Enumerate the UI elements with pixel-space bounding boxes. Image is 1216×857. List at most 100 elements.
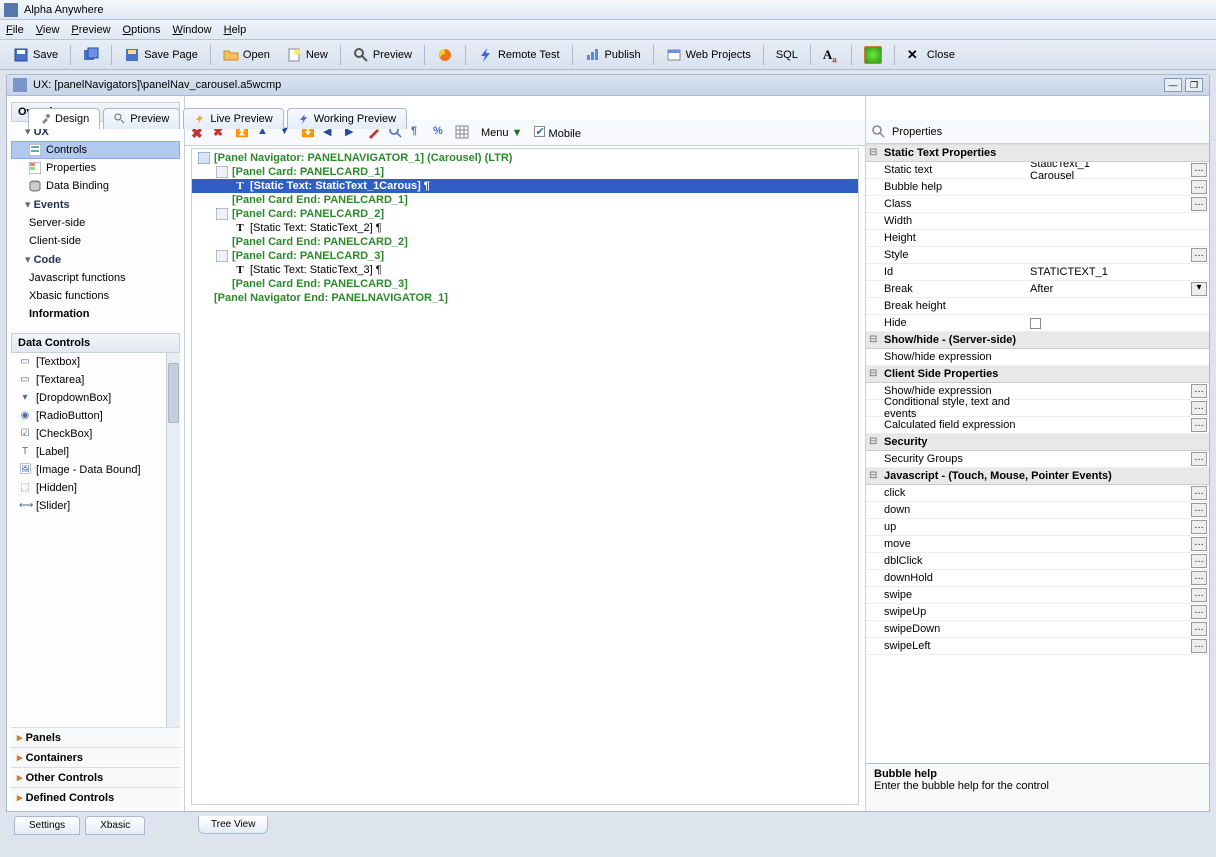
property-row[interactable]: Calculated field expression… [866,417,1209,434]
property-row[interactable]: downHold… [866,570,1209,587]
property-row[interactable]: Static textStaticText_1Carousel… [866,162,1209,179]
defined-controls-header[interactable]: ▸ Defined Controls [11,787,180,807]
edit-button[interactable]: … [1191,622,1207,636]
property-group[interactable]: Show/hide - (Server-side) [866,332,1209,349]
panels-header[interactable]: ▸ Panels [11,727,180,747]
tree-node[interactable]: T[Static Text: StaticText_2] ¶ [192,221,858,235]
edit-button[interactable]: … [1191,486,1207,500]
property-row[interactable]: BreakAfter▾ [866,281,1209,298]
menu-options[interactable]: Options [123,24,161,36]
property-row[interactable]: Security Groups… [866,451,1209,468]
menu-view[interactable]: View [36,24,60,36]
tree-node[interactable]: T[Static Text: StaticText_1Carous] ¶ [192,179,858,193]
data-control-item[interactable]: ◉[RadioButton] [11,407,180,425]
property-row[interactable]: Hide [866,315,1209,332]
preview-button[interactable]: Preview [346,43,419,67]
data-control-item[interactable]: ⬚[Hidden] [11,479,180,497]
tab-preview[interactable]: Preview [103,108,180,129]
nav-properties[interactable]: Properties [11,159,180,177]
data-control-item[interactable]: ⟷[Slider] [11,497,180,515]
property-row[interactable]: dblClick… [866,553,1209,570]
close-button[interactable]: ✕ Close [900,43,962,67]
data-control-item[interactable]: ☑[CheckBox] [11,425,180,443]
menu-help[interactable]: Help [224,24,247,36]
save-page-button[interactable]: Save Page [117,43,205,67]
property-row[interactable]: swipeDown… [866,621,1209,638]
firefox-button[interactable] [430,43,460,67]
percent-icon[interactable]: % [433,125,449,141]
data-control-item[interactable]: ▭[Textbox] [11,353,180,371]
menu-file[interactable]: File [6,24,24,36]
search-props-icon[interactable] [872,125,886,139]
property-row[interactable]: swipeLeft… [866,638,1209,655]
property-group[interactable]: Static Text Properties [866,145,1209,162]
property-group[interactable]: Client Side Properties [866,366,1209,383]
tree-node[interactable]: T[Static Text: StaticText_3] ¶ [192,263,858,277]
property-row[interactable]: click… [866,485,1209,502]
save-button[interactable]: Save [6,43,65,67]
scrollbar-thumb[interactable] [168,363,179,423]
property-row[interactable]: Style… [866,247,1209,264]
restore-button[interactable]: ❐ [1185,78,1203,92]
tab-live-preview[interactable]: Live Preview [183,108,283,129]
nav-server-side[interactable]: Server-side [11,214,180,232]
edit-button[interactable]: … [1191,197,1207,211]
property-row[interactable]: swipeUp… [866,604,1209,621]
property-row[interactable]: swipe… [866,587,1209,604]
property-row[interactable]: Break height [866,298,1209,315]
tree-node[interactable]: [Panel Card: PANELCARD_3] [192,249,858,263]
property-row[interactable]: IdSTATICTEXT_1 [866,264,1209,281]
edit-button[interactable]: … [1191,163,1207,177]
new-button[interactable]: New [279,43,335,67]
data-control-item[interactable]: ▾[DropdownBox] [11,389,180,407]
edit-button[interactable]: … [1191,537,1207,551]
tree-node[interactable]: [Panel Card End: PANELCARD_2] [192,235,858,249]
minimize-button[interactable]: — [1164,78,1182,92]
open-button[interactable]: Open [216,43,277,67]
dropdown-button[interactable]: ▾ [1191,282,1207,296]
property-row[interactable]: down… [866,502,1209,519]
edit-button[interactable]: … [1191,639,1207,653]
tree-node[interactable]: [Panel Navigator: PANELNAVIGATOR_1] (Car… [192,151,858,165]
menu-preview[interactable]: Preview [71,24,110,36]
tree-view-tab[interactable]: Tree View [198,816,268,834]
property-row[interactable]: Bubble help… [866,179,1209,196]
edit-button[interactable]: … [1191,384,1207,398]
property-row[interactable]: Width [866,213,1209,230]
edit-button[interactable]: … [1191,605,1207,619]
tab-xbasic[interactable]: Xbasic [85,816,145,835]
web-projects-button[interactable]: Web Projects [659,43,758,67]
edit-button[interactable]: … [1191,571,1207,585]
containers-header[interactable]: ▸ Containers [11,747,180,767]
edit-button[interactable]: … [1191,520,1207,534]
edit-button[interactable]: … [1191,503,1207,517]
status-button[interactable] [857,42,889,68]
edit-button[interactable]: … [1191,588,1207,602]
nav-information[interactable]: Information [11,305,180,323]
tree-node[interactable]: [Panel Card: PANELCARD_1] [192,165,858,179]
nav-controls[interactable]: Controls [11,141,180,159]
sql-button[interactable]: SQL [769,45,805,65]
data-control-item[interactable]: 🖼[Image - Data Bound] [11,461,180,479]
edit-button[interactable]: … [1191,401,1207,415]
scrollbar[interactable] [166,353,180,727]
tab-settings[interactable]: Settings [14,816,80,835]
tab-design[interactable]: Design [28,108,100,129]
property-row[interactable]: Show/hide expression [866,349,1209,366]
edit-button[interactable]: … [1191,554,1207,568]
property-row[interactable]: Conditional style, text and events… [866,400,1209,417]
other-controls-header[interactable]: ▸ Other Controls [11,767,180,787]
data-control-item[interactable]: ▭[Textarea] [11,371,180,389]
tree-node[interactable]: [Panel Card: PANELCARD_2] [192,207,858,221]
menu-window[interactable]: Window [172,24,211,36]
data-control-item[interactable]: T[Label] [11,443,180,461]
nav-js-functions[interactable]: Javascript functions [11,269,180,287]
edit-button[interactable]: … [1191,248,1207,262]
property-group[interactable]: Javascript - (Touch, Mouse, Pointer Even… [866,468,1209,485]
nav-client-side[interactable]: Client-side [11,232,180,250]
nav-data-binding[interactable]: Data Binding [11,177,180,195]
remote-test-button[interactable]: Remote Test [471,43,567,67]
code-section[interactable]: Code [11,250,180,269]
font-button[interactable]: Aa [816,43,846,67]
control-tree[interactable]: [Panel Navigator: PANELNAVIGATOR_1] (Car… [191,148,859,805]
